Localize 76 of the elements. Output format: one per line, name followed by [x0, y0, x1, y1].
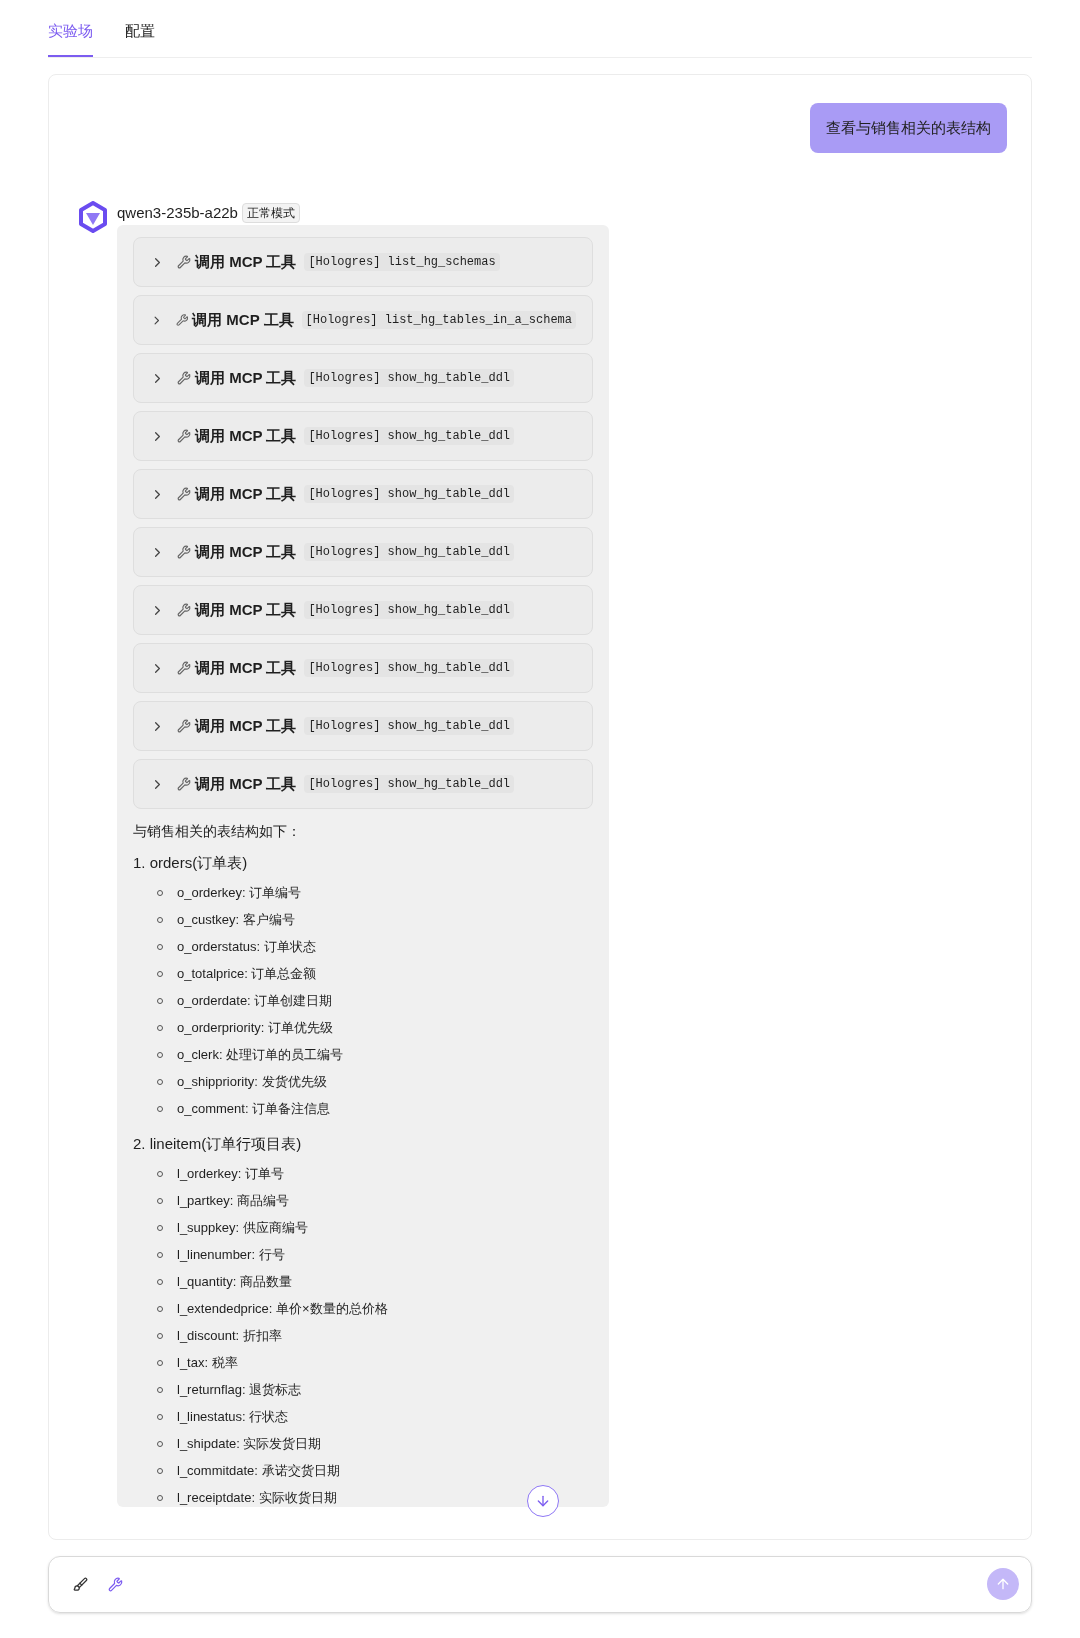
tool-name: [Hologres] show_hg_table_ddl — [304, 485, 515, 503]
field-item: l_partkey: 商品编号 — [177, 1191, 289, 1210]
arrow-up-icon — [995, 1576, 1011, 1592]
tool-name: [Hologres] show_hg_table_ddl — [304, 717, 515, 735]
mode-badge: 正常模式 — [241, 203, 300, 223]
field-item: o_totalprice: 订单总金额 — [177, 965, 317, 984]
field-item: l_returnflag: 退货标志 — [177, 1380, 302, 1399]
tool-name: [Hologres] show_hg_table_ddl — [304, 601, 515, 619]
field-item: o_orderkey: 订单编号 — [177, 884, 302, 903]
send-button[interactable] — [987, 1568, 1019, 1600]
wrench-icon — [177, 661, 191, 675]
field-item: l_shipdate: 实际发货日期 — [177, 1434, 322, 1453]
tool-name: [Hologres] show_hg_table_ddl — [304, 543, 515, 561]
wrench-icon — [177, 777, 191, 791]
tool-call-row[interactable]: 调用 MCP 工具 [Hologres] show_hg_table_ddl — [133, 353, 593, 403]
wrench-icon — [177, 255, 191, 269]
tab[interactable]: 配置 — [125, 20, 155, 57]
wrench-icon — [177, 487, 191, 501]
tool-label: 调用 MCP 工具 — [195, 483, 297, 504]
tool-label: 调用 MCP 工具 — [195, 599, 297, 620]
tool-label: 调用 MCP 工具 — [195, 657, 297, 678]
wrench-icon — [177, 371, 191, 385]
user-message: 查看与销售相关的表结构 — [810, 102, 1007, 153]
table-heading: 1. orders(订单表) — [133, 853, 249, 873]
wrench-icon[interactable] — [108, 1576, 123, 1592]
tool-call-row[interactable]: 调用 MCP 工具 [Hologres] show_hg_table_ddl — [133, 469, 593, 519]
field-item: l_suppkey: 供应商编号 — [177, 1218, 308, 1237]
tool-label: 调用 MCP 工具 — [195, 773, 297, 794]
tool-call-row[interactable]: 调用 MCP 工具 [Hologres] show_hg_table_ddl — [133, 411, 593, 461]
tool-label: 调用 MCP 工具 — [192, 309, 294, 330]
field-item: l_linenumber: 行号 — [177, 1245, 285, 1264]
tool-name: [Hologres] show_hg_table_ddl — [304, 427, 515, 445]
field-item: l_extendedprice: 单价×数量的总价格 — [177, 1299, 388, 1318]
tool-call-row[interactable]: 调用 MCP 工具 [Hologres] show_hg_table_ddl — [133, 527, 593, 577]
tool-call-row[interactable]: 调用 MCP 工具 [Hologres] list_hg_tables_in_a_schema — [133, 295, 593, 345]
logo-icon — [77, 201, 109, 233]
tool-name: [Hologres] show_hg_table_ddl — [304, 775, 515, 793]
tab[interactable]: 实验场 — [48, 20, 93, 57]
tool-name: [Hologres] show_hg_table_ddl — [304, 659, 515, 677]
tool-label: 调用 MCP 工具 — [195, 425, 297, 446]
wrench-icon — [177, 545, 191, 559]
field-item: o_orderpriority: 订单优先级 — [177, 1019, 334, 1038]
field-item: l_orderkey: 订单号 — [177, 1164, 284, 1183]
field-item: o_orderdate: 订单创建日期 — [177, 992, 333, 1011]
field-item: l_commitdate: 承诺交货日期 — [177, 1461, 340, 1480]
wrench-icon — [175, 313, 189, 327]
field-item: o_orderstatus: 订单状态 — [177, 938, 316, 957]
wrench-icon — [177, 429, 191, 443]
field-item: o_shippriority: 发货优先级 — [177, 1073, 327, 1092]
field-item: l_tax: 税率 — [177, 1353, 238, 1372]
tool-label: 调用 MCP 工具 — [195, 541, 297, 562]
model-name: qwen3-235b-a22b — [117, 202, 238, 223]
tool-call-row[interactable]: 调用 MCP 工具 [Hologres] show_hg_table_ddl — [133, 643, 593, 693]
field-item: o_comment: 订单备注信息 — [177, 1100, 331, 1119]
tool-call-row[interactable]: 调用 MCP 工具 [Hologres] show_hg_table_ddl — [133, 585, 593, 635]
tool-call-row[interactable]: 调用 MCP 工具 [Hologres] show_hg_table_ddl — [133, 759, 593, 809]
field-item: o_custkey: 客户编号 — [177, 911, 295, 930]
tool-name: [Hologres] list_hg_schemas — [304, 253, 500, 271]
brush-icon[interactable] — [73, 1576, 88, 1592]
field-item: l_linestatus: 行状态 — [177, 1407, 289, 1426]
table-heading: 2. lineitem(订单行项目表) — [133, 1133, 303, 1154]
tool-label: 调用 MCP 工具 — [195, 367, 297, 388]
input-field[interactable] — [48, 1555, 1032, 1613]
tool-call-row[interactable]: 调用 MCP 工具 [Hologres] list_hg_schemas — [133, 237, 593, 287]
field-item: o_clerk: 处理订单的员工编号 — [177, 1046, 344, 1065]
tool-call-row[interactable]: 调用 MCP 工具 [Hologres] show_hg_table_ddl — [133, 701, 593, 751]
wrench-icon — [177, 603, 191, 617]
tool-name: [Hologres] list_hg_tables_in_a_schema — [301, 311, 576, 329]
tool-label: 调用 MCP 工具 — [195, 715, 297, 736]
tool-name: [Hologres] show_hg_table_ddl — [304, 369, 515, 387]
wrench-icon — [177, 719, 191, 733]
field-item: l_discount: 折扣率 — [177, 1326, 282, 1345]
tool-label: 调用 MCP 工具 — [195, 251, 297, 272]
field-item: l_receiptdate: 实际收货日期 — [177, 1488, 337, 1507]
field-item: l_quantity: 商品数量 — [177, 1272, 292, 1291]
intro-text: 与销售相关的表结构如下： — [133, 822, 302, 841]
